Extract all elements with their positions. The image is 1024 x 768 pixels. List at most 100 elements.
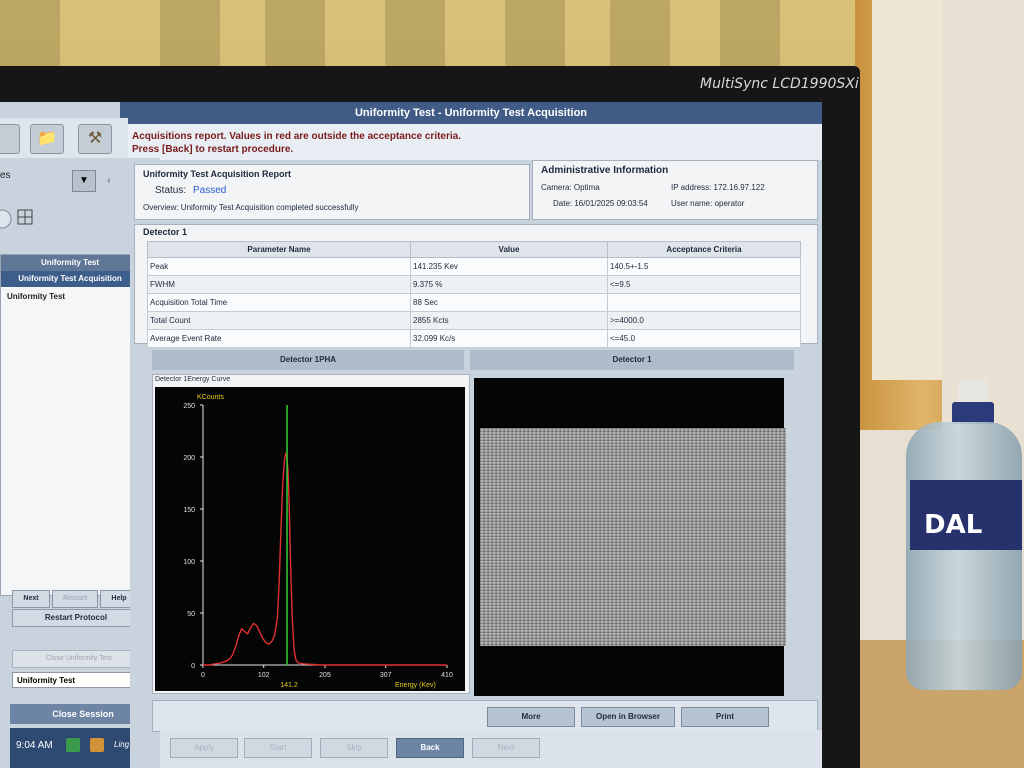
disabled-icon: ◐ — [106, 173, 114, 187]
table-cell: Total Count — [147, 311, 411, 330]
detector-parameters-panel: Detector 1 Parameter Name Value Acceptan… — [134, 224, 818, 348]
procedure-list-item[interactable]: Uniformity Test — [1, 287, 139, 301]
main-content: Uniformity Test Acquisition Report Statu… — [130, 160, 822, 768]
table-cell — [607, 293, 801, 312]
protocol-dropdown-row: es ▼ ◐ — [0, 164, 130, 192]
y-tick-label: 200 — [183, 455, 195, 462]
message-line-2: Press [Back] to restart procedure. — [132, 144, 294, 155]
window-title: Uniformity Test - Uniformity Test Acquis… — [120, 102, 822, 124]
admin-ip: IP address: 172.16.97.122 — [671, 183, 765, 192]
administrative-info-box: Administrative Information Camera: Optim… — [532, 160, 818, 220]
x-tick-label: 307 — [380, 672, 392, 679]
image-panel-header[interactable]: Detector 1 — [470, 350, 794, 370]
report-actions-bar: More Open in Browser Print — [152, 700, 818, 732]
table-row: FWHM 9.375 % <=9.5 — [147, 275, 801, 294]
table-cell: 2855 Kcts — [410, 311, 608, 330]
y-axis-label: KCounts — [197, 394, 224, 401]
screen: Uniformity Test - Uniformity Test Acquis… — [0, 102, 822, 768]
more-button[interactable]: More — [487, 707, 575, 727]
bottle-neck — [952, 402, 994, 424]
restart-protocol-button[interactable]: Restart Protocol — [12, 609, 140, 627]
table-cell: 9.375 % — [410, 275, 608, 294]
next-button[interactable]: Next — [472, 738, 540, 758]
energy-curve-series — [203, 451, 447, 666]
uniformity-image — [480, 428, 786, 646]
admin-camera: Camera: Optima — [541, 183, 600, 192]
energy-curve-chart: 0 50 100 150 200 250 0 102 205 307 410 KCounts Energ… — [155, 387, 465, 691]
message-line-1: Acquisitions report. Values in red are o… — [132, 131, 461, 142]
energy-curve-svg: 0 50 100 150 200 250 0 102 205 307 410 KCounts Energ… — [183, 394, 453, 689]
table-header: Value — [410, 241, 608, 258]
parameters-table: Parameter Name Value Acceptance Criteria… — [147, 241, 801, 348]
admin-date: Date: 16/01/2025 09:03:54 — [553, 199, 648, 208]
table-cell: 88 Sec — [410, 293, 608, 312]
language-indicator[interactable]: Ling — [114, 740, 129, 749]
report-overview: Overview: Uniformity Test Acquisition co… — [143, 203, 359, 212]
protocol-dropdown-text: es — [0, 170, 11, 181]
x-axis-label: Energy (Kev) — [395, 682, 436, 689]
test-select-value: Uniformity Test — [17, 676, 76, 685]
table-row: Total Count 2855 Kcts >=4000.0 — [147, 311, 801, 330]
pha-panel-header[interactable]: Detector 1PHA — [152, 350, 464, 370]
detector-title: Detector 1 — [143, 227, 188, 237]
peak-marker-label: 141.2 — [280, 682, 298, 689]
bottle-label-text: DAL — [924, 510, 983, 540]
window-curtain — [872, 0, 942, 380]
table-header: Acceptance Criteria — [607, 241, 801, 258]
procedure-list-selected-item[interactable]: Uniformity Test Acquisition — [1, 271, 139, 287]
taskbar-clock: 9:04 AM — [16, 740, 53, 751]
wizard-nav-bar: Apply Start Skip Back Next — [160, 730, 822, 768]
table-cell: 32.099 Kc/s — [410, 329, 608, 348]
table-cell: Acquisition Total Time — [147, 293, 411, 312]
apply-button[interactable]: Apply — [170, 738, 238, 758]
energy-curve-title: Detector 1Energy Curve — [155, 376, 231, 383]
table-cell: Average Event Rate — [147, 329, 411, 348]
restart-step-button[interactable]: Restart — [52, 590, 98, 608]
folder-icon[interactable]: 📁 — [30, 124, 64, 154]
table-cell: Peak — [147, 257, 411, 276]
toolbar-button[interactable] — [0, 124, 20, 154]
grid-icon[interactable] — [0, 206, 60, 232]
message-bar: Acquisitions report. Values in red are o… — [128, 124, 822, 160]
table-cell: >=4000.0 — [607, 311, 801, 330]
procedure-button-row: Next Restart Help — [12, 590, 138, 608]
water-bottle: DAL — [906, 380, 1022, 692]
close-test-button[interactable]: Close Uniformity Test — [12, 650, 146, 668]
status-label: Status: — [155, 185, 187, 196]
spreadsheet-icon[interactable] — [66, 738, 80, 752]
table-row: Average Event Rate 32.099 Kc/s <=45.0 — [147, 329, 801, 348]
report-title: Uniformity Test Acquisition Report — [143, 169, 292, 179]
mode-icons — [0, 206, 60, 232]
pha-panel: Detector 1Energy Curve 0 50 100 150 200 250 0 1… — [152, 374, 470, 694]
start-button[interactable]: Start — [244, 738, 312, 758]
test-select[interactable]: Uniformity Test ▼ — [12, 672, 146, 688]
detector-image-panel — [474, 378, 786, 696]
x-tick-label: 205 — [319, 672, 331, 679]
open-in-browser-button[interactable]: Open in Browser — [581, 707, 675, 727]
app-icon[interactable] — [90, 738, 104, 752]
table-cell: 141.235 Kev — [410, 257, 608, 276]
back-button[interactable]: Back — [396, 738, 464, 758]
procedure-list-header: Uniformity Test — [1, 255, 139, 271]
y-tick-label: 100 — [183, 559, 195, 566]
procedure-list: Uniformity Test Uniformity Test Acquisit… — [0, 254, 140, 596]
table-row: Acquisition Total Time 88 Sec — [147, 293, 801, 312]
skip-button[interactable]: Skip — [320, 738, 388, 758]
tools-icon[interactable]: ⚒ — [78, 124, 112, 154]
table-header: Parameter Name — [147, 241, 411, 258]
admin-user: User name: operator — [671, 199, 745, 208]
y-tick-label: 0 — [191, 663, 195, 670]
chevron-down-icon[interactable]: ▼ — [72, 170, 96, 192]
next-step-button[interactable]: Next — [12, 590, 50, 608]
wall-right — [942, 0, 1024, 440]
admin-title: Administrative Information — [541, 165, 669, 176]
y-tick-label: 50 — [187, 611, 195, 618]
x-tick-label: 410 — [441, 672, 453, 679]
acquisition-report-box: Uniformity Test Acquisition Report Statu… — [134, 164, 530, 220]
status-value: Passed — [193, 185, 227, 196]
print-button[interactable]: Print — [681, 707, 769, 727]
x-tick-label: 0 — [201, 672, 205, 679]
table-cell: FWHM — [147, 275, 411, 294]
bottle-body — [906, 422, 1022, 690]
y-tick-label: 150 — [183, 507, 195, 514]
